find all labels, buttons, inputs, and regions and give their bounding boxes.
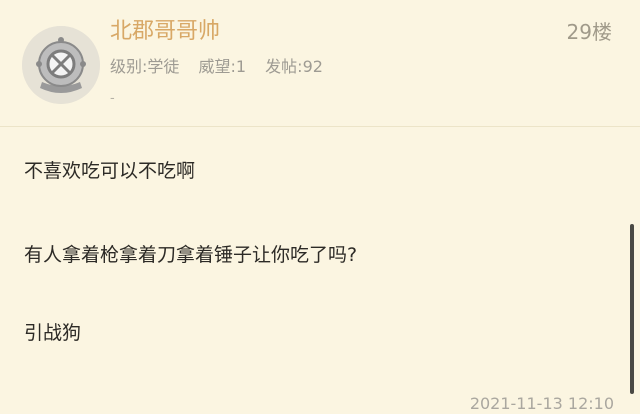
- scrollbar[interactable]: [630, 224, 634, 394]
- user-signature: -: [110, 91, 115, 106]
- post-text-line: 不喜欢吃可以不吃啊: [24, 160, 196, 182]
- forum-post: 北郡哥哥帅 29楼 级别:学徒 威望:1 发帖:92 - 不喜欢吃可以不吃啊 有…: [0, 0, 640, 413]
- user-level: 级别:学徒: [110, 57, 180, 76]
- post-timestamp: 2021-11-13 12:10: [469, 394, 614, 413]
- floor-number: 29楼: [566, 20, 612, 44]
- avatar[interactable]: [22, 26, 100, 104]
- post-text-line: 引战狗: [24, 322, 82, 344]
- user-meta: 级别:学徒 威望:1 发帖:92: [110, 56, 337, 78]
- diving-helmet-icon: [22, 26, 100, 104]
- user-prestige: 威望:1: [198, 57, 247, 76]
- user-post-count: 发帖:92: [265, 57, 323, 76]
- post-text-line: 有人拿着枪拿着刀拿着锤子让你吃了吗?: [24, 244, 358, 266]
- divider: [0, 126, 640, 127]
- username[interactable]: 北郡哥哥帅: [110, 17, 220, 47]
